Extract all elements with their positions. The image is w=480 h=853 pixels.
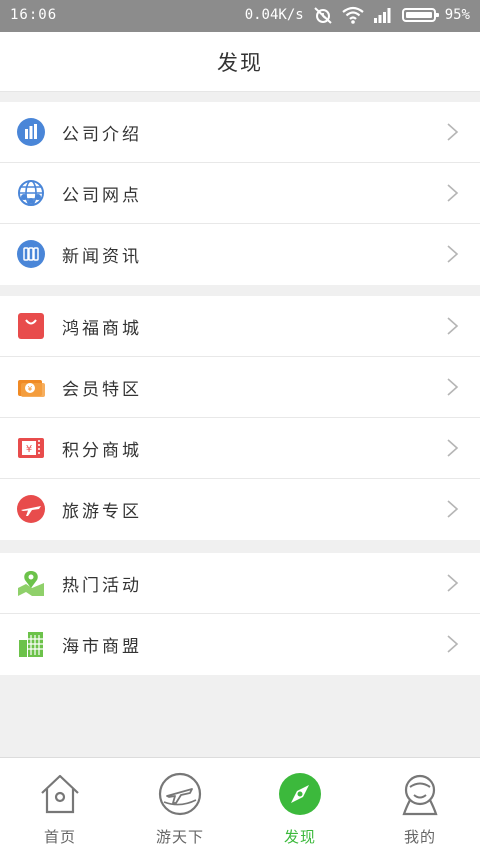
menu-item-travel-zone[interactable]: 旅游专区 — [0, 479, 480, 540]
tab-label: 首页 — [43, 828, 76, 846]
menu-item-label: 海市商盟 — [62, 637, 142, 657]
menu-item-hongfu-mall[interactable]: 鸿福商城 — [0, 296, 480, 357]
menu-item-label: 公司介绍 — [62, 124, 142, 145]
airplane-icon — [17, 495, 45, 523]
wifi-icon — [342, 6, 364, 24]
menu-item-hot-events[interactable]: 热门活动 — [0, 553, 480, 614]
menu-item-label: 会员特区 — [62, 379, 142, 400]
network-globe-icon — [18, 180, 44, 206]
title-bar: 发现 — [0, 32, 480, 92]
battery-percent: 95% — [444, 7, 470, 23]
menu-item-member-zone[interactable]: ¥ 会员特区 — [0, 357, 480, 418]
map-pin-icon — [18, 571, 44, 596]
tab-label: 发现 — [283, 828, 316, 846]
status-icons: 0.04K/s 95% — [245, 6, 470, 24]
tab-travel[interactable]: 游天下 — [120, 758, 240, 853]
chevron-right-icon — [447, 123, 459, 141]
tab-home[interactable]: 首页 — [0, 758, 120, 853]
battery-icon — [401, 8, 439, 22]
user-icon — [402, 774, 438, 816]
compass-icon — [279, 773, 321, 815]
chevron-right-icon — [447, 574, 459, 592]
home-icon — [41, 774, 79, 814]
chevron-right-icon — [447, 184, 459, 202]
wallet-icon: ¥ — [18, 380, 45, 397]
tab-discover[interactable]: 发现 — [240, 758, 360, 853]
tab-profile[interactable]: 我的 — [360, 758, 480, 853]
building-icon — [17, 118, 45, 146]
status-bar: 16:06 0.04K/s 95% — [0, 0, 480, 32]
chevron-right-icon — [447, 245, 459, 263]
chevron-right-icon — [447, 378, 459, 396]
menu-group-shopping: 鸿福商城 ¥ 会员特区 ¥ 积分商城 旅游专区 — [0, 296, 480, 540]
menu-item-hai-shi-alliance[interactable]: 海市商盟 — [0, 614, 480, 675]
menu-item-label: 热门活动 — [62, 575, 142, 596]
svg-text:¥: ¥ — [28, 385, 33, 393]
menu-group-company: 公司介绍 公司网点 新闻资讯 — [0, 102, 480, 285]
network-speed: 0.04K/s — [244, 7, 304, 23]
coupon-icon: ¥ — [18, 438, 44, 458]
chevron-right-icon — [447, 635, 459, 653]
menu-item-company-intro[interactable]: 公司介绍 — [0, 102, 480, 163]
buildings-icon — [19, 632, 43, 657]
bottom-tab-bar: 首页 游天下 发现 我的 — [0, 757, 480, 853]
menu-item-label: 鸿福商城 — [62, 318, 142, 339]
tab-label: 游天下 — [155, 828, 204, 846]
chevron-right-icon — [447, 317, 459, 335]
menu-item-label: 旅游专区 — [62, 502, 142, 522]
status-time: 16:06 — [10, 7, 58, 23]
menu-item-company-branches[interactable]: 公司网点 — [0, 163, 480, 224]
page-title: 发现 — [217, 50, 263, 75]
menu-item-points-mall[interactable]: ¥ 积分商城 — [0, 418, 480, 479]
plane-globe-icon — [158, 772, 202, 816]
menu-item-label: 积分商城 — [62, 440, 142, 461]
alarm-off-icon — [314, 7, 332, 24]
menu-item-news[interactable]: 新闻资讯 — [0, 224, 480, 285]
tab-label: 我的 — [403, 828, 436, 846]
chevron-right-icon — [447, 439, 459, 457]
menu-item-label: 新闻资讯 — [62, 247, 142, 267]
shopping-bag-icon — [18, 313, 44, 339]
menu-group-activities: 热门活动 海市商盟 — [0, 553, 480, 675]
menu-item-label: 公司网点 — [62, 185, 142, 206]
news-icon — [17, 240, 45, 268]
svg-text:¥: ¥ — [26, 444, 32, 455]
signal-icon — [373, 8, 391, 23]
chevron-right-icon — [447, 500, 459, 518]
